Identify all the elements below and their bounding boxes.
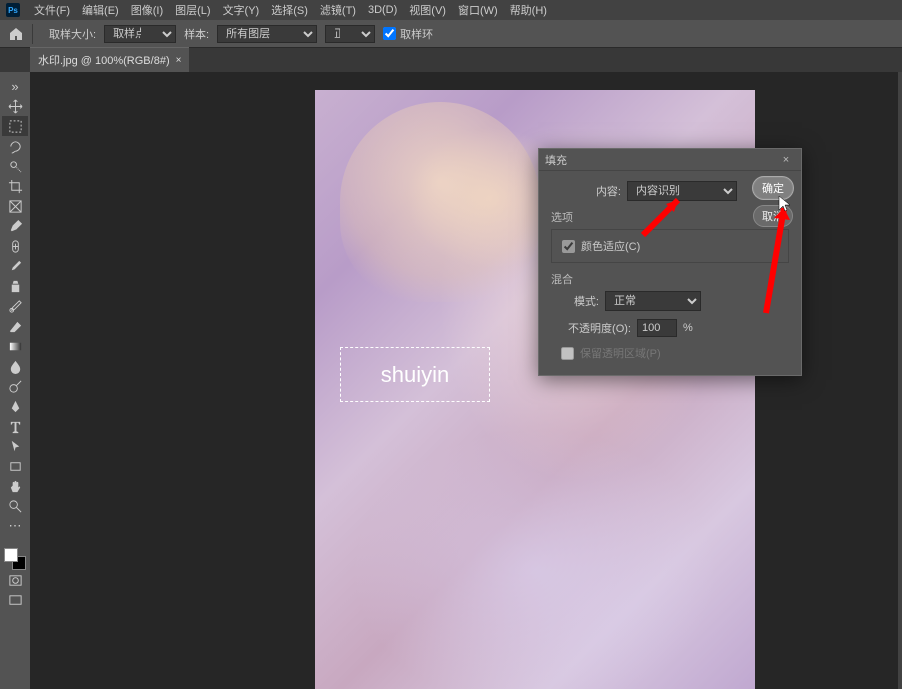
- opacity-unit: %: [683, 322, 693, 334]
- sample-label: 样本:: [184, 26, 209, 42]
- pen-tool[interactable]: [2, 396, 28, 416]
- menu-3d[interactable]: 3D(D): [362, 4, 403, 16]
- sample-size-select[interactable]: 取样点: [104, 25, 176, 43]
- foreground-color[interactable]: [4, 548, 18, 562]
- quick-select-tool[interactable]: [2, 156, 28, 176]
- tab-close-icon[interactable]: ×: [176, 55, 182, 66]
- document-tab[interactable]: 水印.jpg @ 100%(RGB/8#) ×: [30, 47, 189, 72]
- opacity-input[interactable]: [637, 319, 677, 337]
- gradient-tool[interactable]: [2, 336, 28, 356]
- mode-select[interactable]: 正常: [325, 25, 375, 43]
- tab-label: 水印.jpg @ 100%(RGB/8#): [38, 52, 170, 68]
- menu-file[interactable]: 文件(F): [28, 2, 76, 18]
- document-tab-bar: 水印.jpg @ 100%(RGB/8#) ×: [0, 48, 902, 72]
- eraser-tool[interactable]: [2, 316, 28, 336]
- portrait-artwork: [340, 102, 540, 302]
- menu-edit[interactable]: 编辑(E): [76, 2, 125, 18]
- content-select[interactable]: 内容识别: [627, 181, 737, 201]
- ok-button[interactable]: 确定: [753, 177, 793, 199]
- healing-tool[interactable]: [2, 236, 28, 256]
- screen-mode-icon[interactable]: [2, 590, 28, 610]
- dodge-tool[interactable]: [2, 376, 28, 396]
- tool-panel: » ⋯: [0, 72, 30, 689]
- watermark-text: shuiyin: [381, 362, 449, 388]
- more-tools-icon[interactable]: ⋯: [2, 516, 28, 536]
- ps-logo-icon: Ps: [6, 3, 20, 17]
- clone-tool[interactable]: [2, 276, 28, 296]
- quick-mask-icon[interactable]: [2, 570, 28, 590]
- color-adapt-checkbox[interactable]: 颜色适应(C): [562, 238, 778, 254]
- blur-tool[interactable]: [2, 356, 28, 376]
- content-label: 内容:: [591, 183, 621, 199]
- hand-tool[interactable]: [2, 476, 28, 496]
- options-group: 颜色适应(C): [551, 229, 789, 263]
- frame-tool[interactable]: [2, 196, 28, 216]
- blend-mode-select[interactable]: 正常: [605, 291, 701, 311]
- color-swatches[interactable]: [4, 548, 26, 570]
- dialog-close-icon[interactable]: ×: [777, 154, 795, 166]
- divider: [32, 24, 33, 44]
- menu-help[interactable]: 帮助(H): [504, 2, 553, 18]
- menu-type[interactable]: 文字(Y): [217, 2, 266, 18]
- sample-size-label: 取样大小:: [49, 26, 96, 42]
- menu-filter[interactable]: 滤镜(T): [314, 2, 362, 18]
- path-select-tool[interactable]: [2, 436, 28, 456]
- crop-tool[interactable]: [2, 176, 28, 196]
- marquee-selection[interactable]: shuiyin: [340, 347, 490, 402]
- menu-select[interactable]: 选择(S): [265, 2, 314, 18]
- eyedropper-tool[interactable]: [2, 216, 28, 236]
- fill-dialog: 填充 × 确定 取消 内容: 内容识别 选项 颜色适应(C) 混合 模式: 正常…: [538, 148, 802, 376]
- home-icon[interactable]: [8, 26, 24, 42]
- opacity-label: 不透明度(O):: [561, 320, 631, 336]
- history-brush-tool[interactable]: [2, 296, 28, 316]
- rectangle-tool[interactable]: [2, 456, 28, 476]
- menu-image[interactable]: 图像(I): [125, 2, 169, 18]
- menu-bar: Ps 文件(F) 编辑(E) 图像(I) 图层(L) 文字(Y) 选择(S) 滤…: [0, 0, 902, 20]
- blend-group-label: 混合: [551, 271, 789, 287]
- move-tool[interactable]: [2, 96, 28, 116]
- mode-label: 模式:: [561, 293, 599, 309]
- preserve-transparency-checkbox: 保留透明区域(P): [561, 345, 789, 361]
- sample-select[interactable]: 所有图层: [217, 25, 317, 43]
- menu-window[interactable]: 窗口(W): [452, 2, 504, 18]
- cancel-button[interactable]: 取消: [753, 205, 793, 227]
- options-bar: 取样大小: 取样点 样本: 所有图层 正常 取样环: [0, 20, 902, 48]
- dialog-title: 填充: [545, 152, 777, 168]
- zoom-tool[interactable]: [2, 496, 28, 516]
- marquee-tool[interactable]: [2, 116, 28, 136]
- right-panel-strip: [898, 72, 902, 689]
- sample-ring-checkbox[interactable]: 取样环: [383, 26, 433, 42]
- menu-layer[interactable]: 图层(L): [169, 2, 216, 18]
- dialog-titlebar[interactable]: 填充 ×: [539, 149, 801, 171]
- type-tool[interactable]: [2, 416, 28, 436]
- menu-view[interactable]: 视图(V): [403, 2, 452, 18]
- expand-icon[interactable]: »: [2, 76, 28, 96]
- brush-tool[interactable]: [2, 256, 28, 276]
- lasso-tool[interactable]: [2, 136, 28, 156]
